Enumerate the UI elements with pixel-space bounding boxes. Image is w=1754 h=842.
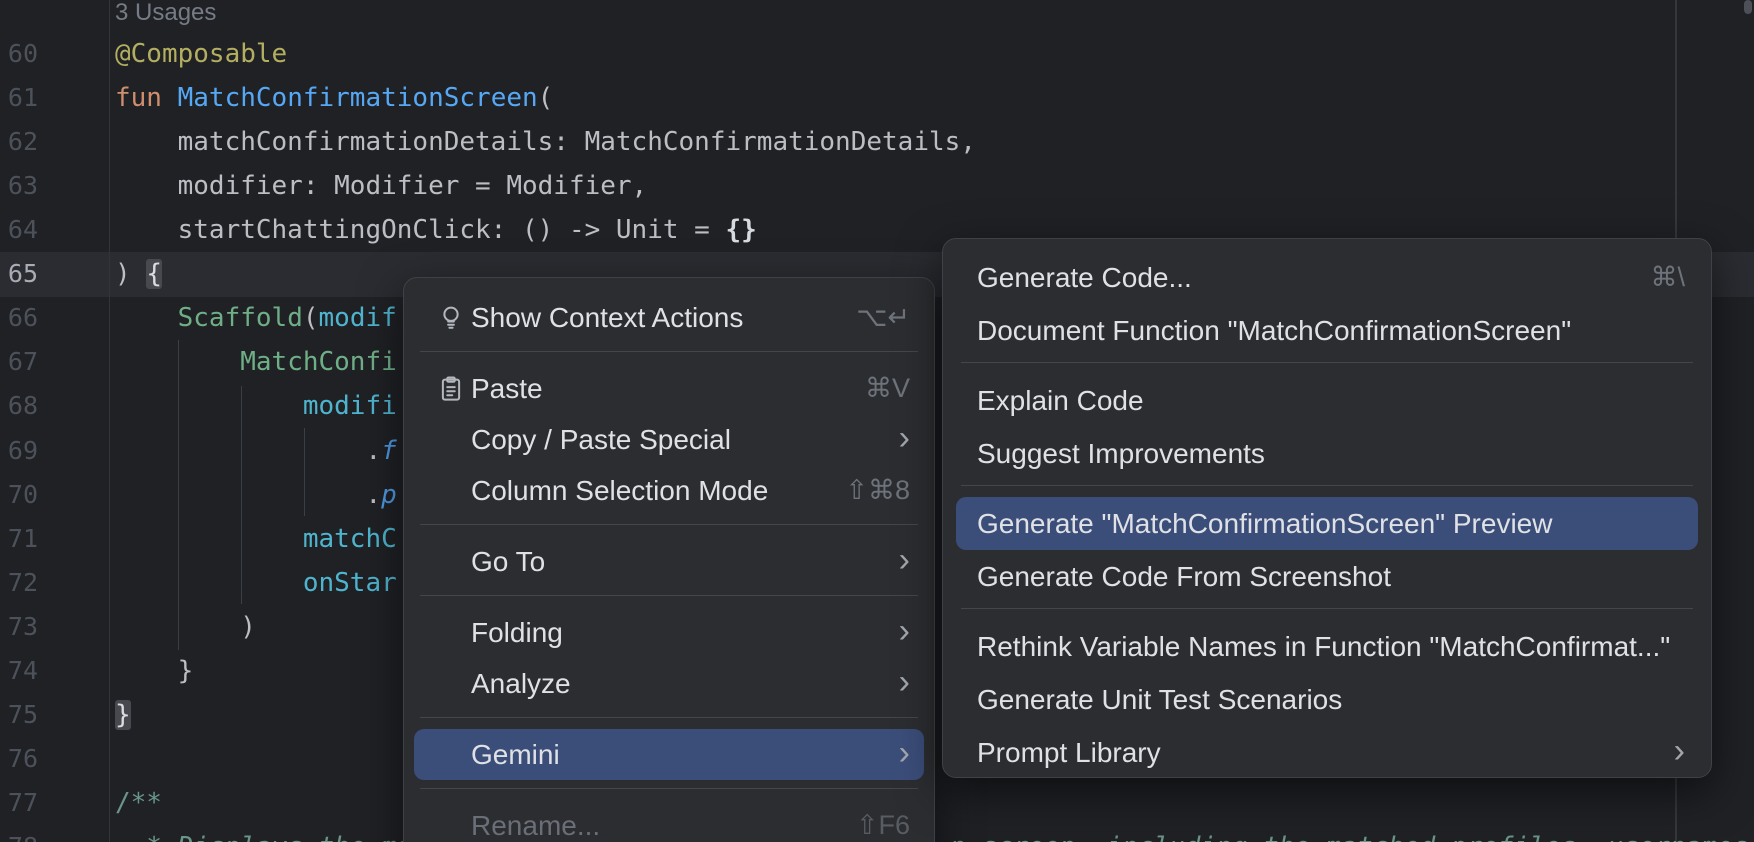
menu-separator (420, 788, 918, 789)
menu-item-go-to[interactable]: Go To › (404, 536, 934, 587)
menu-separator (420, 595, 918, 596)
chevron-right-icon: › (899, 614, 910, 648)
menu-item-copy-paste-special[interactable]: Copy / Paste Special › (404, 414, 934, 465)
chevron-right-icon: › (899, 421, 910, 455)
menu-item-show-context-actions[interactable]: Show Context Actions ⌥↵ (404, 292, 934, 343)
chevron-right-icon: › (899, 543, 910, 577)
line-number: 77 (0, 781, 38, 825)
menu-item-explain-code[interactable]: Explain Code (943, 374, 1711, 427)
menu-item-label: Show Context Actions (471, 302, 832, 334)
line-number: 68 (0, 384, 38, 428)
menu-item-label: Paste (471, 373, 841, 405)
menu-item-rethink-variable-names-in-function-matchconfirmat[interactable]: Rethink Variable Names in Function "Matc… (943, 620, 1711, 673)
menu-item-document-function-matchconfirmationscreen[interactable]: Document Function "MatchConfirmationScre… (943, 304, 1711, 357)
menu-item-generate-unit-test-scenarios[interactable]: Generate Unit Test Scenarios (943, 673, 1711, 726)
menu-item-prompt-library[interactable]: Prompt Library › (943, 726, 1711, 779)
menu-item-label: Explain Code (977, 385, 1685, 417)
ide-screen: 3 Usages 60@Composable61fun MatchConfirm… (0, 0, 1754, 842)
line-number: 72 (0, 561, 38, 605)
menu-shortcut: ⌥↵ (856, 302, 910, 333)
chevron-right-icon: › (1674, 734, 1685, 768)
menu-item-label: Go To (471, 546, 875, 578)
menu-item-gemini[interactable]: Gemini › (414, 729, 924, 780)
code-line-60: 60@Composable (0, 32, 1754, 76)
menu-shortcut: ⌘\ (1650, 262, 1685, 293)
menu-item-label: Analyze (471, 668, 875, 700)
usages-inlay-hint[interactable]: 3 Usages (115, 0, 216, 26)
line-number: 75 (0, 693, 38, 737)
code-line-63: 63 modifier: Modifier = Modifier, (0, 164, 1754, 208)
menu-item-label: Suggest Improvements (977, 438, 1685, 470)
menu-item-label: Folding (471, 617, 875, 649)
chevron-right-icon: › (899, 665, 910, 699)
line-number: 63 (0, 164, 38, 208)
line-number: 65 (0, 252, 38, 296)
line-number: 64 (0, 208, 38, 252)
line-number: 76 (0, 737, 38, 781)
line-number: 71 (0, 517, 38, 561)
line-number: 69 (0, 429, 38, 473)
menu-item-folding[interactable]: Folding › (404, 607, 934, 658)
line-number: 74 (0, 649, 38, 693)
line-number: 78 (0, 825, 38, 842)
menu-item-column-selection-mode[interactable]: Column Selection Mode ⇧⌘8 (404, 465, 934, 516)
menu-item-rename: Rename... ⇧F6 (404, 800, 934, 842)
line-number: 60 (0, 32, 38, 76)
menu-item-label: Column Selection Mode (471, 475, 821, 507)
code-line-61: 61fun MatchConfirmationScreen( (0, 76, 1754, 120)
menu-separator (961, 485, 1693, 486)
menu-separator (420, 351, 918, 352)
menu-separator (420, 717, 918, 718)
vertical-scrollbar-thumb[interactable] (1744, 0, 1752, 14)
kdoc-comment-fragment: n screen, including the matched profiles… (950, 825, 1748, 842)
menu-shortcut: ⇧F6 (856, 810, 910, 841)
menu-item-label: Rethink Variable Names in Function "Matc… (977, 631, 1685, 663)
line-number: 67 (0, 340, 38, 384)
menu-item-analyze[interactable]: Analyze › (404, 658, 934, 709)
menu-shortcut: ⌘V (865, 373, 910, 404)
menu-shortcut: ⇧⌘8 (845, 475, 910, 506)
menu-item-generate-code-from-screenshot[interactable]: Generate Code From Screenshot (943, 550, 1711, 603)
line-number: 70 (0, 473, 38, 517)
menu-separator (961, 608, 1693, 609)
line-number: 73 (0, 605, 38, 649)
code-line-62: 62 matchConfirmationDetails: MatchConfir… (0, 120, 1754, 164)
menu-item-label: Generate Code... (977, 262, 1626, 294)
chevron-right-icon: › (899, 736, 910, 770)
line-number: 62 (0, 120, 38, 164)
menu-item-label: Gemini (471, 739, 875, 771)
clipboard-icon (435, 373, 467, 405)
menu-item-label: Generate "MatchConfirmationScreen" Previ… (977, 508, 1685, 540)
line-number: 66 (0, 296, 38, 340)
menu-item-generate-matchconfirmationscreen-preview[interactable]: Generate "MatchConfirmationScreen" Previ… (956, 497, 1698, 550)
gemini-submenu: Generate Code... ⌘\ Document Function "Mat… (942, 238, 1712, 778)
menu-separator (420, 524, 918, 525)
line-number: 61 (0, 76, 38, 120)
menu-item-label: Prompt Library (977, 737, 1650, 769)
menu-item-label: Rename... (471, 810, 832, 842)
menu-separator (961, 362, 1693, 363)
editor-context-menu: Show Context Actions ⌥↵ Paste ⌘V Copy / Past… (403, 277, 935, 842)
menu-item-suggest-improvements[interactable]: Suggest Improvements (943, 427, 1711, 480)
menu-item-label: Copy / Paste Special (471, 424, 875, 456)
lightbulb-icon (435, 302, 467, 334)
menu-item-label: Generate Unit Test Scenarios (977, 684, 1685, 716)
menu-item-paste[interactable]: Paste ⌘V (404, 363, 934, 414)
menu-item-label: Generate Code From Screenshot (977, 561, 1685, 593)
menu-item-generate-code[interactable]: Generate Code... ⌘\ (943, 251, 1711, 304)
menu-item-label: Document Function "MatchConfirmationScre… (977, 315, 1685, 347)
